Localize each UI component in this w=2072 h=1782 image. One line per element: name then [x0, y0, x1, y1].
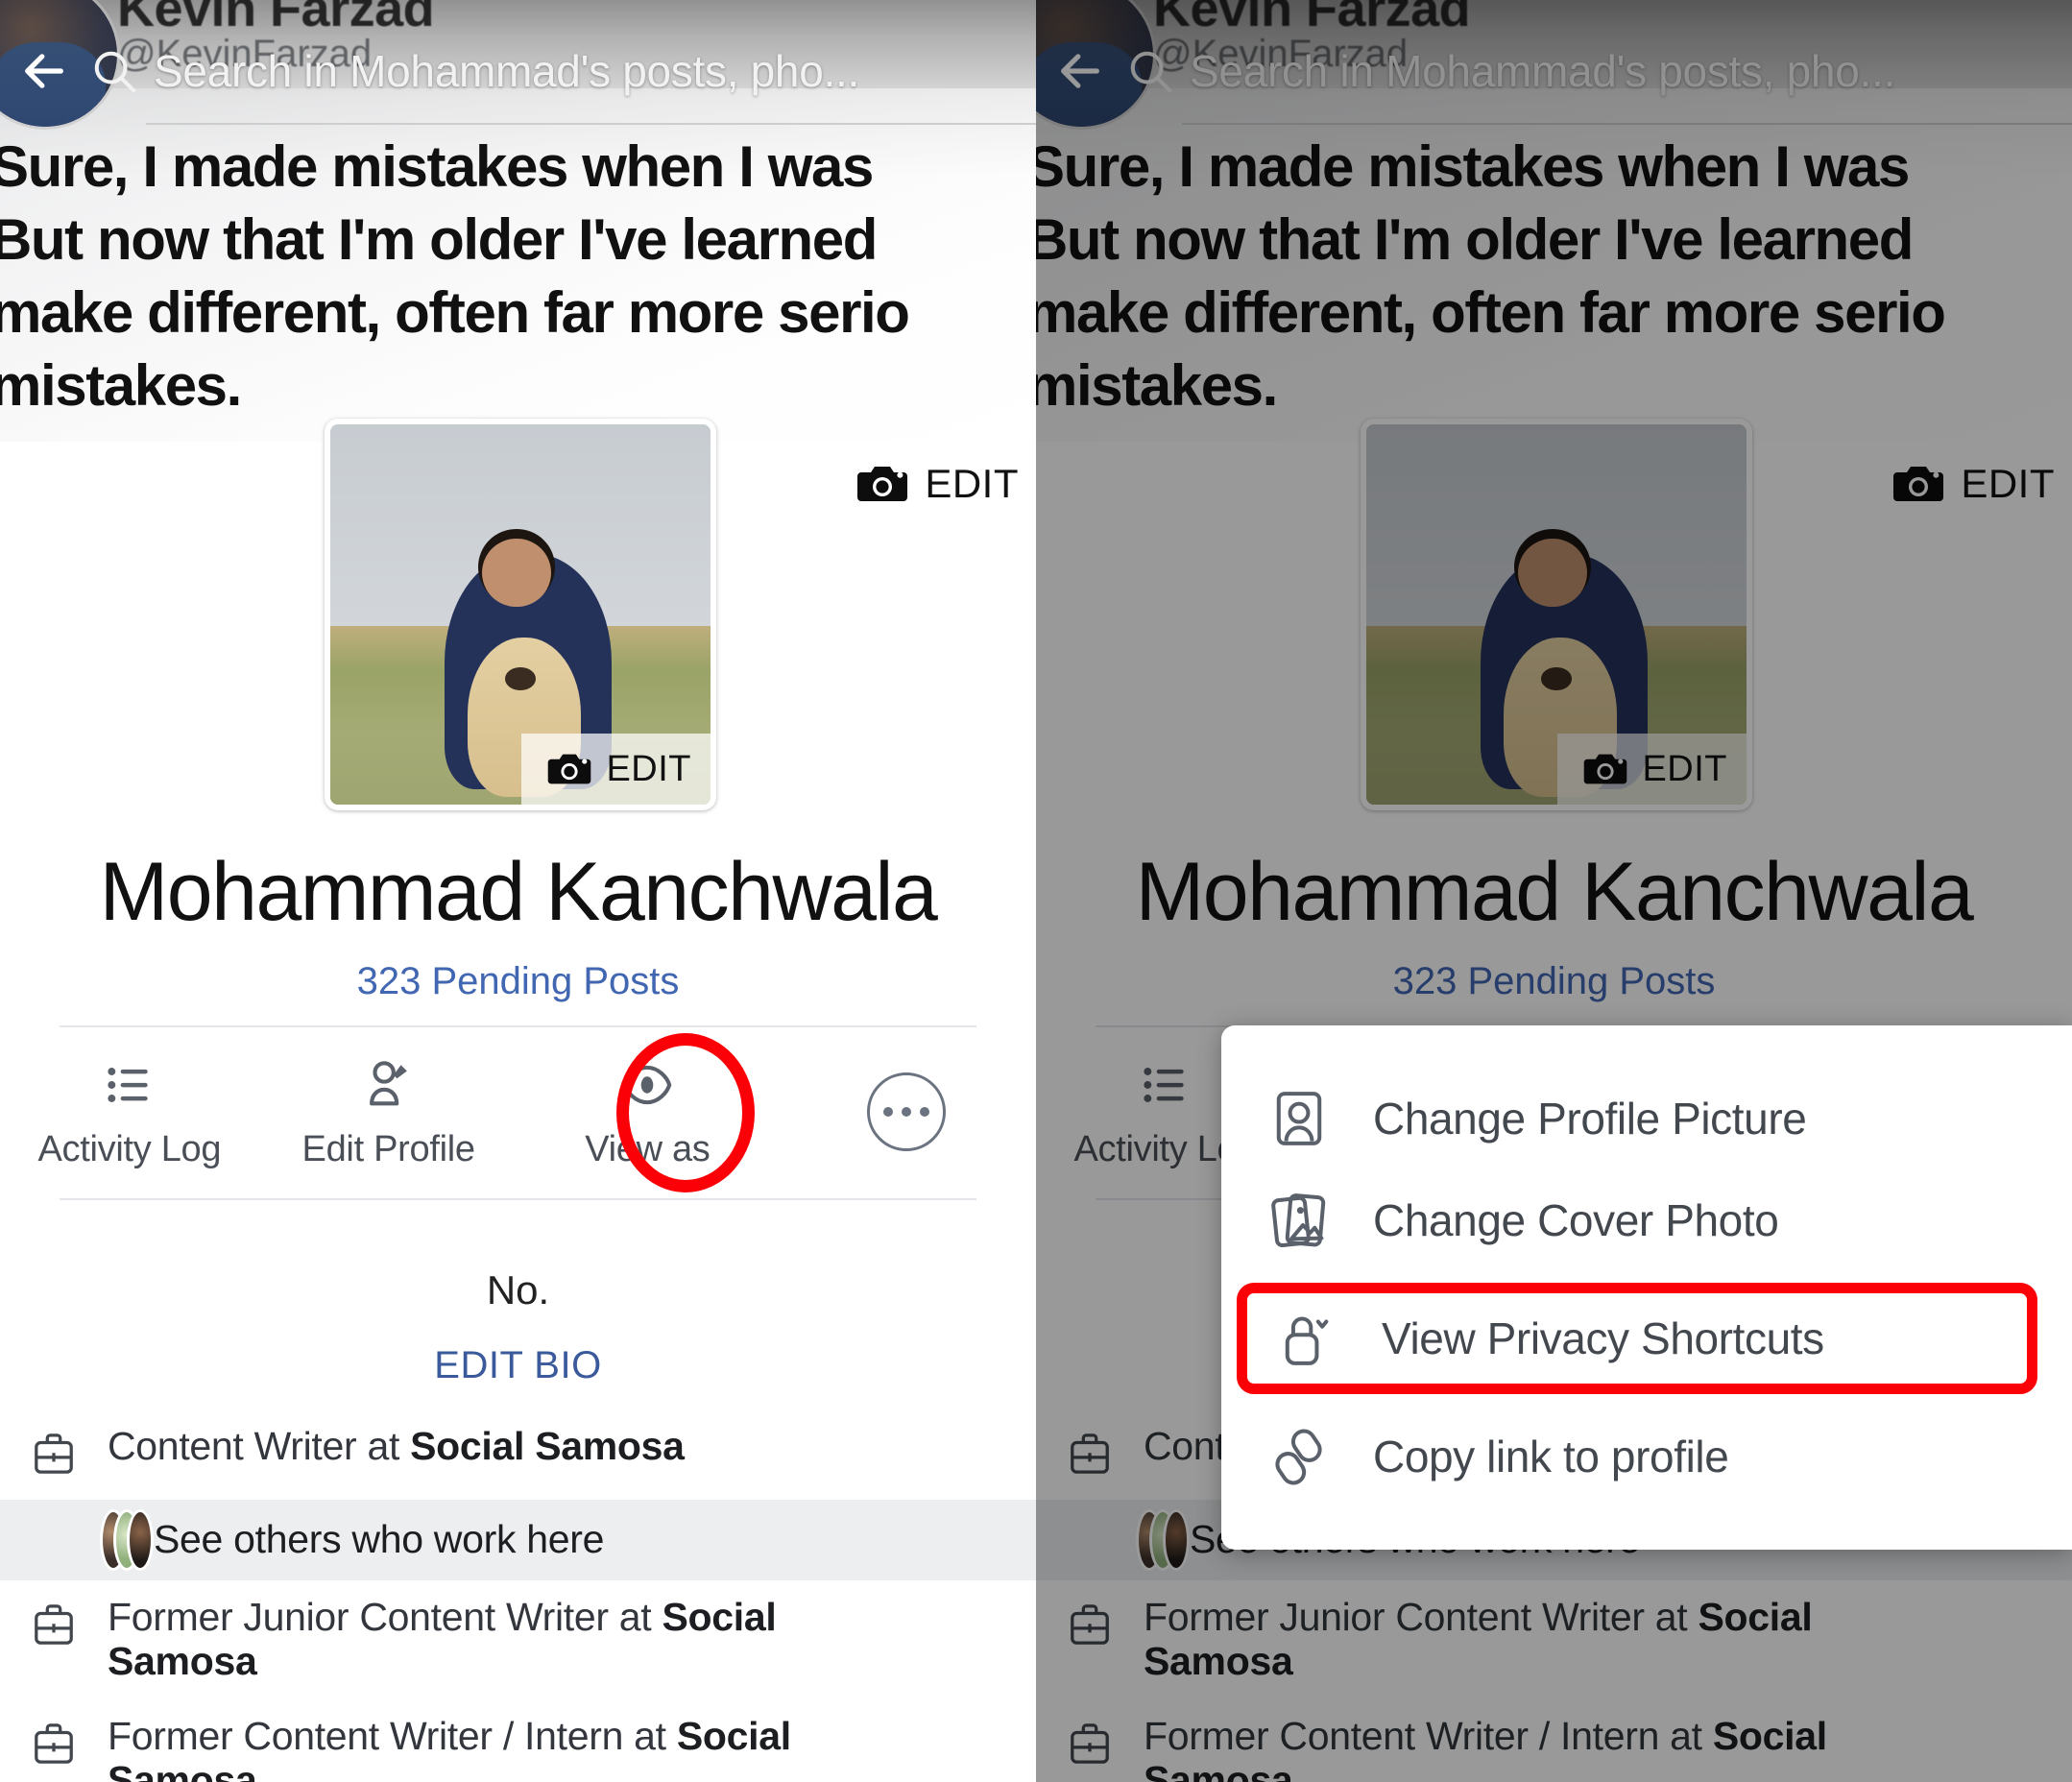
- menu-item-change-cover-photo[interactable]: Change Cover Photo: [1221, 1169, 2072, 1271]
- person-edit-icon: [354, 1054, 423, 1116]
- list-item[interactable]: Former Content Writer / Intern at Social…: [0, 1699, 1036, 1782]
- briefcase-icon: [0, 1596, 108, 1650]
- search-placeholder: Search in Mohammad's posts, pho...: [154, 46, 859, 96]
- work-row-text: Content Writer at Social Samosa: [108, 1424, 685, 1468]
- pending-posts-link[interactable]: 323 Pending Posts: [0, 960, 1036, 1003]
- list-icon: [95, 1054, 164, 1116]
- work-row-text: Former Junior Content Writer at Social S…: [108, 1595, 777, 1683]
- divider-bottom: [60, 1198, 976, 1200]
- page-title: Mohammad Kanchwala: [99, 846, 938, 938]
- menu-item-label: Change Profile Picture: [1373, 1094, 1807, 1144]
- profile-card-icon: [1267, 1087, 1331, 1150]
- profile-picture-image: EDIT: [330, 424, 711, 805]
- more-options-button[interactable]: [777, 1025, 1036, 1198]
- profile-picture[interactable]: EDIT: [325, 419, 716, 810]
- more-dots-icon: [867, 1072, 947, 1151]
- list-item[interactable]: Content Writer at Social Samosa: [0, 1409, 1036, 1500]
- edit-profile-label: Edit Profile: [301, 1128, 475, 1169]
- top-bar: Search in Mohammad's posts, pho...: [0, 38, 1036, 104]
- action-row: Activity Log Edit Profile: [0, 1025, 1036, 1198]
- see-others-label: See others who work here: [154, 1517, 605, 1562]
- see-others-row[interactable]: See others who work here: [0, 1500, 1036, 1580]
- profile-picture-edit-label: EDIT: [606, 748, 691, 789]
- list-item[interactable]: Former Junior Content Writer at Social S…: [0, 1580, 1036, 1699]
- right-panel: Kevin Farzad @KevinFarzad Sure, I made m…: [1036, 0, 2072, 1782]
- profile-options-menu: Change Profile Picture Change Cover Phot…: [1221, 1025, 2072, 1550]
- activity-log-label: Activity Log: [37, 1128, 222, 1169]
- search-icon: [94, 51, 136, 93]
- photo-person-head: [482, 538, 551, 608]
- bio-text: No.: [486, 1267, 550, 1312]
- back-arrow-icon: [25, 54, 63, 88]
- edit-profile-button[interactable]: Edit Profile: [259, 1025, 518, 1198]
- menu-item-copy-link-to-profile[interactable]: Copy link to profile: [1221, 1406, 2072, 1507]
- camera-icon: [548, 754, 591, 784]
- lock-icon: [1276, 1307, 1339, 1370]
- back-button[interactable]: [0, 38, 88, 104]
- menu-item-view-privacy-shortcuts[interactable]: View Privacy Shortcuts: [1237, 1283, 2037, 1394]
- menu-item-label: Change Cover Photo: [1373, 1195, 1779, 1245]
- left-panel: Kevin Farzad @KevinFarzad Sure, I made m…: [0, 0, 1036, 1782]
- profile-screen-right: Kevin Farzad @KevinFarzad Sure, I made m…: [1036, 0, 2072, 1782]
- edit-bio-link[interactable]: EDIT BIO: [0, 1344, 1036, 1387]
- screenshot-stage: Kevin Farzad @KevinFarzad Sure, I made m…: [0, 0, 2072, 1782]
- highlight-annotation-more-button: [616, 1033, 755, 1192]
- menu-item-change-profile-picture[interactable]: Change Profile Picture: [1221, 1068, 2072, 1169]
- profile-screen-left: Kevin Farzad @KevinFarzad Sure, I made m…: [0, 0, 1036, 1782]
- photo-dog-nose: [505, 667, 536, 691]
- camera-icon: [857, 467, 908, 501]
- menu-item-label: Copy link to profile: [1373, 1432, 1729, 1481]
- profile-picture-edit-button[interactable]: EDIT: [521, 734, 711, 805]
- facepile-icon: [0, 1509, 154, 1571]
- briefcase-icon: [0, 1425, 108, 1479]
- photos-icon: [1267, 1189, 1331, 1252]
- cover-edit-label: EDIT: [925, 461, 1019, 506]
- menu-item-label: View Privacy Shortcuts: [1382, 1313, 1824, 1363]
- briefcase-icon: [0, 1715, 108, 1769]
- search-input[interactable]: Search in Mohammad's posts, pho...: [88, 38, 1036, 104]
- cover-edit-button[interactable]: EDIT: [855, 461, 1019, 507]
- activity-log-button[interactable]: Activity Log: [0, 1025, 259, 1198]
- work-row-text: Former Content Writer / Intern at Social…: [108, 1713, 791, 1782]
- work-list: Content Writer at Social Samosa See othe…: [0, 1409, 1036, 1782]
- link-icon: [1267, 1425, 1331, 1488]
